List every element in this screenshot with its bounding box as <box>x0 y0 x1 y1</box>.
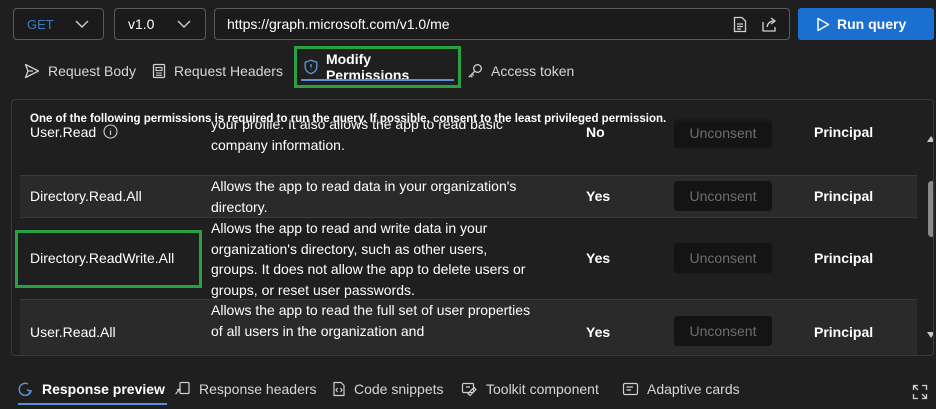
shield-icon <box>304 59 318 75</box>
permissions-table: User.Read your profile. It also allows t… <box>12 100 917 355</box>
tab-request-headers[interactable]: Request Headers <box>152 56 283 86</box>
tab-label: Request Body <box>48 63 136 79</box>
toolkit-icon <box>461 382 477 397</box>
permission-description: Allows the app to read data in your orga… <box>211 178 517 215</box>
doc-icon <box>152 63 166 79</box>
unconsent-button[interactable]: Unconsent <box>674 316 772 346</box>
active-tab-underline <box>301 79 454 81</box>
tab-label: Access token <box>491 63 575 79</box>
permission-name: User.Read <box>30 124 118 140</box>
permissions-panel: User.Read your profile. It also allows t… <box>11 99 934 356</box>
table-row: Directory.Read.All Allows the app to rea… <box>20 176 917 218</box>
consent-type: Principal <box>814 324 874 340</box>
tab-request-body[interactable]: Request Body <box>24 56 136 86</box>
code-icon <box>333 381 345 397</box>
unconsent-button[interactable]: Unconsent <box>674 243 772 273</box>
tab-label: Response preview <box>42 381 165 397</box>
scroll-down-icon[interactable] <box>927 332 934 338</box>
tab-response-preview[interactable]: Response preview <box>18 376 167 405</box>
method-dropdown[interactable]: GET <box>13 8 104 40</box>
consent-type: Principal <box>814 188 874 204</box>
version-dropdown[interactable]: v1.0 <box>114 8 206 40</box>
run-query-label: Run query <box>837 16 907 32</box>
table-row: Directory.ReadWrite.All Allows the app t… <box>15 218 917 300</box>
tab-label: Response headers <box>199 381 317 397</box>
response-headers-icon <box>175 381 190 395</box>
admin-consent-required: Yes <box>586 324 611 340</box>
admin-consent-required: Yes <box>586 188 611 204</box>
tab-code-snippets[interactable]: Code snippets <box>331 376 444 402</box>
consent-type: Principal <box>814 124 874 140</box>
method-value: GET <box>27 16 54 32</box>
tab-response-headers[interactable]: Response headers <box>174 376 317 402</box>
response-icon <box>18 382 33 397</box>
table-row: User.Read.All Allows the app to read the… <box>20 300 917 355</box>
tab-label: Adaptive cards <box>647 381 740 397</box>
highlight-box <box>15 230 202 288</box>
permissions-notice: One of the following permissions is requ… <box>30 113 667 125</box>
share-icon[interactable] <box>761 16 779 33</box>
play-icon <box>817 17 830 31</box>
chevron-down-icon <box>177 20 191 28</box>
url-value: https://graph.microsoft.com/v1.0/me <box>227 16 450 32</box>
url-input[interactable]: https://graph.microsoft.com/v1.0/me <box>214 8 790 40</box>
tab-label: Toolkit component <box>486 381 599 397</box>
key-icon <box>468 64 482 78</box>
tab-adaptive-cards[interactable]: Adaptive cards <box>622 376 740 402</box>
run-query-button[interactable]: Run query <box>798 8 934 40</box>
permission-description: Allows the app to read and write data in… <box>211 220 526 298</box>
chevron-down-icon <box>75 20 89 28</box>
tab-access-token[interactable]: Access token <box>467 56 574 86</box>
consent-type: Principal <box>814 250 874 266</box>
unconsent-button[interactable]: Unconsent <box>674 181 772 211</box>
expand-icon[interactable] <box>912 384 928 400</box>
tab-label: Code snippets <box>354 381 444 397</box>
tab-modify-permissions[interactable]: Modify Permissions <box>294 46 461 88</box>
info-icon[interactable] <box>103 124 118 139</box>
permission-description: Allows the app to read the full set of u… <box>211 302 531 339</box>
admin-consent-required: Yes <box>586 250 611 266</box>
scrollbar-thumb[interactable] <box>928 181 933 237</box>
document-icon[interactable] <box>733 16 747 33</box>
scrollbar[interactable] <box>925 130 934 348</box>
version-value: v1.0 <box>128 16 155 32</box>
active-tab-underline <box>18 403 167 405</box>
admin-consent-required: No <box>586 124 605 140</box>
tab-label: Request Headers <box>174 63 283 79</box>
cards-icon <box>622 382 639 396</box>
tab-toolkit-component[interactable]: Toolkit component <box>461 376 599 402</box>
permission-name: User.Read.All <box>30 324 116 340</box>
permission-name: Directory.Read.All <box>30 188 142 204</box>
scroll-up-icon[interactable] <box>927 136 934 142</box>
send-icon <box>24 63 40 79</box>
